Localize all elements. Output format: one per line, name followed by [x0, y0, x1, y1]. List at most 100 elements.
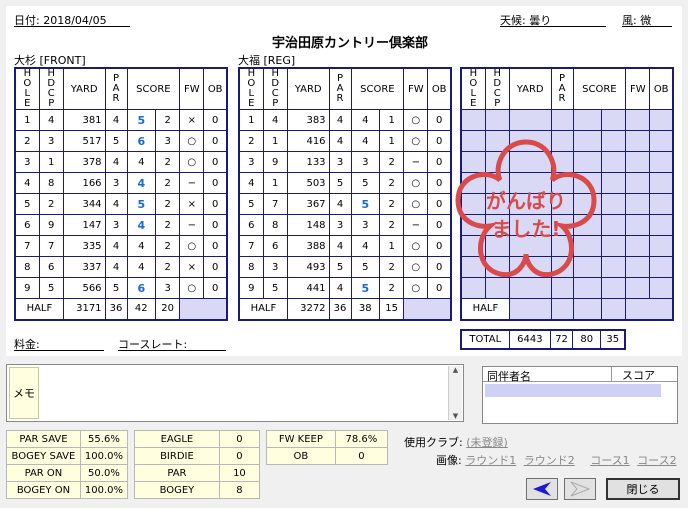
par-cell: 5 [328, 172, 352, 194]
yard-cell: 367 [286, 193, 330, 215]
ob-cell: 0 [203, 172, 228, 194]
total-label: TOTAL [460, 329, 510, 350]
prev-button[interactable] [526, 478, 558, 500]
clubs-label: 使用クラブ: [404, 436, 463, 449]
memo-label: メモ [9, 367, 39, 419]
fw-cell [625, 193, 651, 215]
hdcp-cell: 4 [38, 109, 64, 131]
ob-cell [649, 172, 674, 194]
scroll-down-icon[interactable]: ▼ [449, 412, 462, 420]
next-button[interactable] [564, 478, 596, 500]
companion-name-header[interactable]: 同伴者名 [487, 368, 531, 384]
half-blank [403, 298, 452, 320]
ob-cell: 0 [203, 277, 228, 299]
col-par: PAR [550, 67, 574, 110]
half-putt: 20 [155, 298, 181, 320]
hdcp-cell: 8 [38, 172, 64, 194]
close-button[interactable]: 閉じる [606, 478, 680, 500]
stat-label: EAGLE [134, 430, 220, 448]
wind-field: 風: 微 [622, 12, 672, 27]
par-cell: 5 [104, 130, 128, 152]
companion-score-header[interactable]: スコア [611, 367, 655, 382]
hdcp-cell: 3 [38, 130, 64, 152]
header-row: HOLE HDCP YARD PAR SCORE FW OB [14, 67, 228, 110]
score-cell: 5 [350, 277, 381, 299]
half-yard [508, 298, 552, 320]
hole-cell: 5 [238, 193, 264, 215]
clubs-row: 使用クラブ: (未登録) [404, 434, 508, 450]
half-par [550, 298, 574, 320]
putt-cell: 3 [155, 130, 181, 152]
par-cell: 4 [104, 235, 128, 257]
images-label: 画像: [436, 454, 462, 467]
hdcp-cell: 7 [38, 235, 64, 257]
hole-row: 8 6 337 4 4 2 × 0 [14, 256, 228, 278]
hole-row: 9 5 441 4 5 2 ○ 0 [238, 277, 452, 299]
putt-cell: 1 [379, 235, 405, 257]
hdcp-cell: 9 [262, 151, 288, 173]
scroll-up-icon[interactable]: ▲ [449, 366, 462, 374]
stat-value: 55.6% [79, 430, 129, 448]
putt-cell: 2 [379, 151, 405, 173]
col-hole: HOLE [460, 67, 486, 110]
stat-value: 100.0% [79, 447, 129, 465]
hole-cell: 5 [14, 193, 40, 215]
image-link-course2[interactable]: コース2 [637, 454, 676, 467]
putt-cell: 2 [379, 214, 405, 236]
hole-cell: 8 [238, 256, 264, 278]
companion-list[interactable]: 同伴者名 スコア [482, 366, 678, 424]
yard-cell: 388 [286, 235, 330, 257]
half-row: HALF 3171 36 42 20 [14, 298, 228, 320]
stat-row: FW KEEP 78.6% [266, 430, 389, 448]
half-yard: 3171 [62, 298, 106, 320]
putt-cell: 2 [155, 214, 181, 236]
score-cell: 4 [126, 172, 157, 194]
col-ob: OB [203, 67, 228, 110]
ob-cell: 0 [203, 130, 228, 152]
stat-label: PAR SAVE [6, 430, 81, 448]
memo-area[interactable]: メモ ▲ ▼ [6, 364, 464, 422]
arrow-right-icon [570, 481, 591, 497]
putt-cell: 2 [155, 235, 181, 257]
fw-cell: ○ [403, 109, 429, 131]
hdcp-cell: 2 [38, 193, 64, 215]
putt-cell: 2 [379, 256, 405, 278]
ob-cell: 0 [203, 235, 228, 257]
yard-cell: 503 [286, 172, 330, 194]
stat-label: BIRDIE [134, 447, 220, 465]
ob-cell: 0 [203, 151, 228, 173]
hole-cell: 6 [14, 214, 40, 236]
half-row: HALF [460, 298, 674, 320]
hole-row: 1 4 383 4 4 1 ○ 0 [238, 109, 452, 131]
yard-cell: 147 [62, 214, 106, 236]
fw-cell: − [179, 172, 205, 194]
hole-row: 6 8 148 3 3 2−0 [238, 214, 452, 236]
image-link-course1[interactable]: コース1 [590, 454, 629, 467]
hole-row: 7 7 335 4 4 2 ○ 0 [14, 235, 228, 257]
par-cell: 4 [328, 235, 352, 257]
half-label: HALF [460, 298, 510, 320]
putt-cell: 2 [379, 277, 405, 299]
memo-scrollbar[interactable]: ▲ ▼ [448, 366, 462, 420]
memo-input[interactable] [41, 367, 445, 419]
companion-row-selected[interactable] [485, 384, 661, 397]
score-cell: 4 [350, 235, 381, 257]
par-cell: 4 [328, 193, 352, 215]
yard-cell: 344 [62, 193, 106, 215]
fw-cell: × [179, 193, 205, 215]
fw-cell: − [179, 214, 205, 236]
fw-cell [625, 172, 651, 194]
par-cell: 4 [328, 130, 352, 152]
clubs-link[interactable]: (未登録) [466, 436, 508, 449]
hdcp-cell: 3 [262, 256, 288, 278]
image-link-round1[interactable]: ラウンド1 [465, 454, 516, 467]
hole-row: 2 3 517 5 6 3 ○ 0 [14, 130, 228, 152]
stat-value: 100.0% [79, 481, 129, 499]
hole-row: 7 6 388 4 4 1 ○ 0 [238, 235, 452, 257]
stat-value: 0 [334, 447, 389, 465]
score-cell: 5 [126, 193, 157, 215]
image-link-round2[interactable]: ラウンド2 [524, 454, 575, 467]
stat-row: EAGLE 0 [134, 430, 261, 448]
stat-row: BOGEY SAVE 100.0% [6, 447, 129, 465]
ob-cell [649, 235, 674, 257]
